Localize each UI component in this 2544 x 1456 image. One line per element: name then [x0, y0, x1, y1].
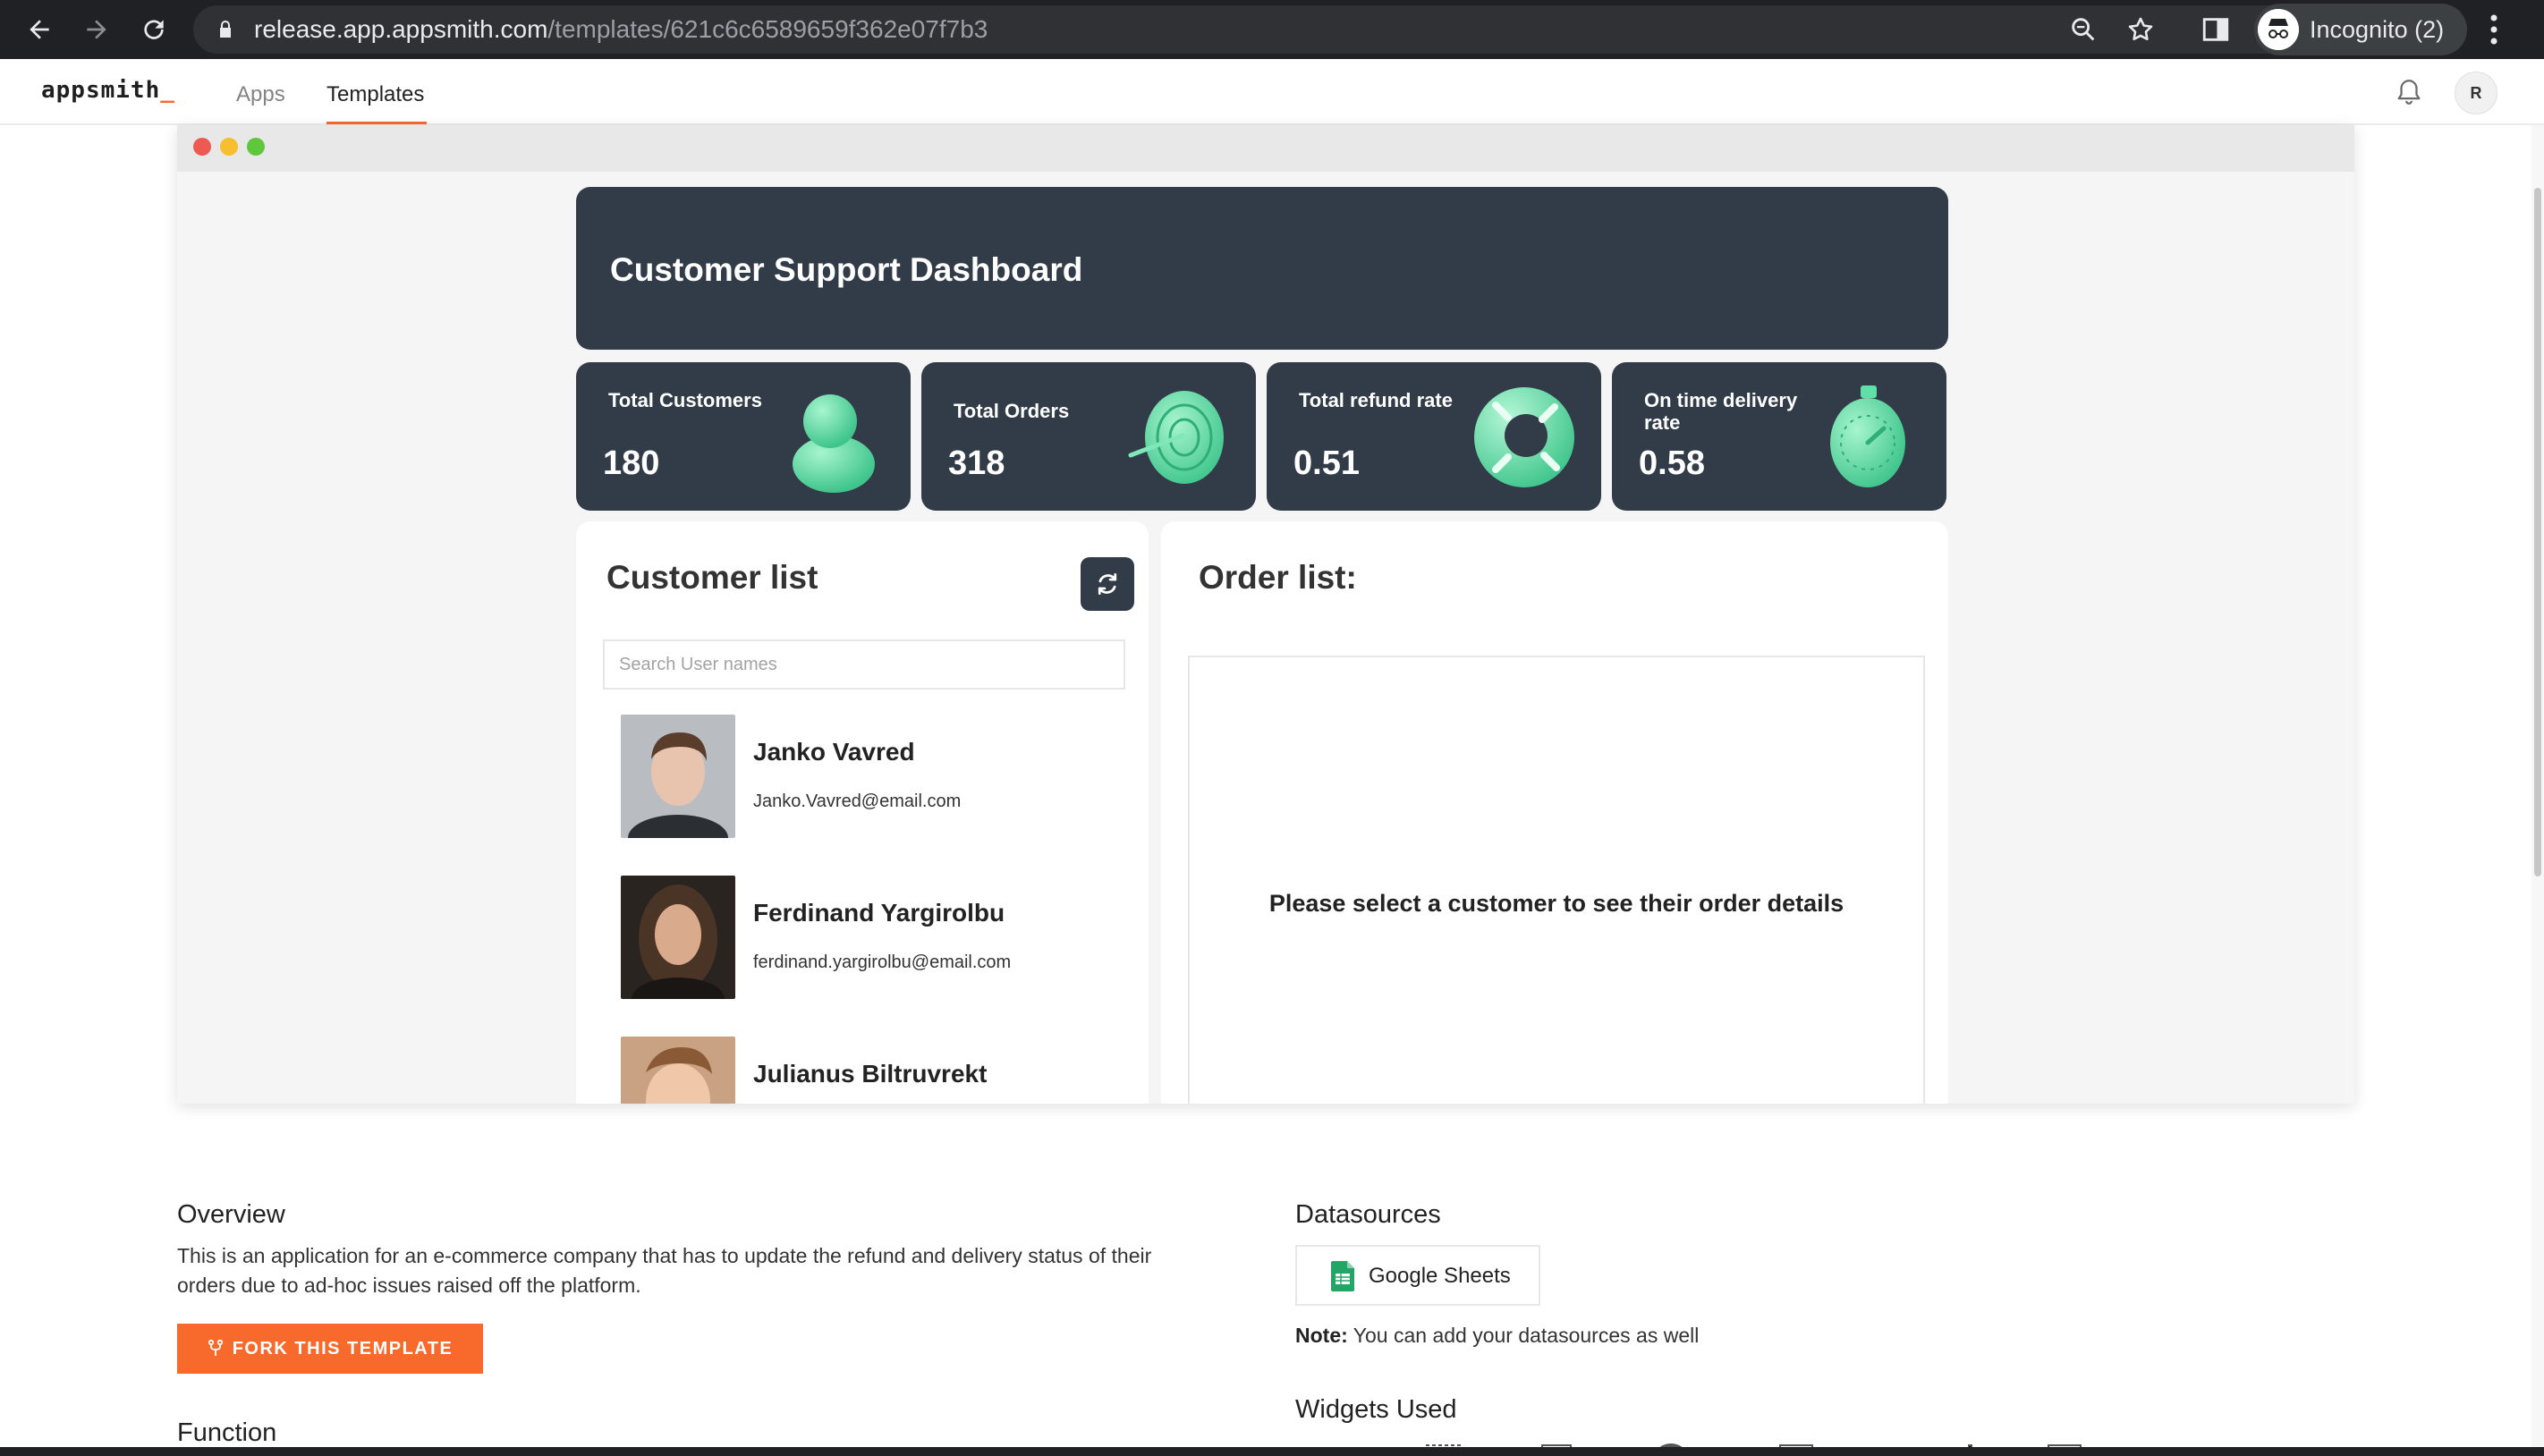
stat-value: 318	[948, 444, 1005, 482]
overview-text: This is an application for an e-commerce…	[177, 1244, 1152, 1297]
refresh-icon	[1098, 573, 1117, 595]
datasource-label: Google Sheets	[1369, 1264, 1511, 1288]
incognito-label: Incognito (2)	[2310, 16, 2445, 43]
stat-label: Total refund rate	[1299, 389, 1453, 411]
browser-menu-icon[interactable]	[2489, 13, 2499, 47]
user-avatar[interactable]: R	[2455, 72, 2497, 114]
order-empty-message: Please select a customer to see their or…	[1268, 890, 1844, 917]
stat-card-refund-rate: Total refund rate 0.51	[1267, 362, 1601, 511]
fork-template-label: FORK THIS TEMPLATE	[232, 1338, 454, 1359]
order-list-title: Order list:	[1199, 559, 1357, 596]
side-panel-icon[interactable]	[2201, 14, 2231, 45]
window-bottom-edge	[0, 1447, 2544, 1456]
customer-avatar	[621, 715, 735, 838]
target-dart-3d-icon	[1128, 391, 1224, 484]
stat-label: On time delivery rate	[1644, 389, 1798, 434]
order-list-panel: Order list: Please select a customer to …	[1161, 521, 1948, 1104]
back-icon[interactable]	[20, 10, 59, 49]
template-preview: Customer Support Dashboard Total Custome…	[177, 125, 2354, 1104]
fork-template-button[interactable]: FORK THIS TEMPLATE	[177, 1324, 483, 1374]
bookmark-star-icon[interactable]	[2125, 14, 2156, 45]
list-item[interactable]: Julianus Biltruvrekt	[621, 1037, 1122, 1104]
lock-icon	[220, 21, 231, 38]
stat-card-orders: Total Orders 318	[921, 362, 1256, 511]
person-3d-icon	[793, 394, 875, 493]
app-canvas: Customer Support Dashboard Total Custome…	[177, 172, 2345, 1104]
list-item[interactable]: Ferdinand Yargirolbu ferdinand.yargirolb…	[621, 876, 1122, 1001]
stopwatch-3d-icon	[1830, 385, 1905, 487]
active-tab-indicator	[326, 122, 427, 124]
customer-avatar	[621, 1037, 735, 1104]
customer-email: Janko.Vavred@email.com	[753, 791, 962, 811]
google-sheets-icon	[1331, 1261, 1354, 1291]
customer-email: ferdinand.yargirolbu@email.com	[753, 952, 1012, 972]
stat-value: 180	[603, 444, 660, 482]
app-header: appsmith_ Apps Templates R	[0, 59, 2544, 125]
list-item[interactable]: Janko Vavred Janko.Vavred@email.com	[621, 715, 1122, 840]
customer-avatar	[621, 876, 735, 999]
incognito-profile-button[interactable]: Incognito (2)	[2254, 4, 2467, 55]
datasource-chip[interactable]: Google Sheets	[1295, 1245, 1540, 1306]
widgets-used-title: Widgets Used	[1295, 1395, 1457, 1424]
overview-title: Overview	[177, 1200, 285, 1229]
tab-apps[interactable]: Apps	[236, 82, 285, 107]
refresh-button[interactable]	[1081, 557, 1134, 611]
stat-card-customers: Total Customers 180	[576, 362, 911, 511]
function-title: Function	[177, 1418, 277, 1447]
browser-toolbar: release.app.appsmith.com/templates/621c6…	[0, 0, 2544, 59]
page-scrollbar-thumb[interactable]	[2534, 188, 2541, 876]
search-user-input[interactable]	[603, 639, 1125, 690]
incognito-icon	[2258, 9, 2299, 50]
notification-bell-icon[interactable]	[2394, 77, 2424, 107]
customer-list-title: Customer list	[606, 559, 818, 596]
lifebuoy-3d-icon	[1474, 387, 1574, 487]
stat-value: 0.58	[1639, 444, 1705, 482]
zoom-icon[interactable]	[2068, 14, 2099, 45]
order-table: Please select a customer to see their or…	[1188, 656, 1925, 1104]
window-zoom-dot	[247, 138, 265, 156]
address-bar[interactable]: release.app.appsmith.com/templates/621c6…	[193, 5, 2415, 54]
window-close-dot	[193, 138, 211, 156]
stat-value: 0.51	[1293, 444, 1360, 482]
dashboard-title: Customer Support Dashboard	[610, 251, 1083, 288]
stat-label: Total Orders	[954, 400, 1070, 422]
appsmith-logo[interactable]: appsmith_	[41, 77, 175, 104]
fork-icon	[208, 1340, 223, 1356]
customer-name: Julianus Biltruvrekt	[753, 1060, 988, 1088]
window-minimize-dot	[220, 138, 238, 156]
customer-name: Janko Vavred	[753, 738, 915, 766]
datasource-note: Note: You can add your datasources as we…	[1295, 1324, 1700, 1347]
dashboard-header: Customer Support Dashboard	[576, 187, 1948, 350]
stat-card-delivery-rate: On time delivery rate 0.58	[1612, 362, 1946, 511]
datasources-title: Datasources	[1295, 1200, 1441, 1229]
url-text: release.app.appsmith.com/templates/621c6…	[254, 15, 988, 43]
preview-window-bar	[177, 125, 2354, 172]
reload-icon[interactable]	[134, 10, 174, 49]
stat-label: Total Customers	[608, 389, 762, 411]
forward-icon[interactable]	[77, 10, 116, 49]
customer-name: Ferdinand Yargirolbu	[753, 899, 1005, 927]
customer-list-panel: Customer list Janko Vavred Janko.Vavred@…	[576, 521, 1149, 1104]
tab-templates[interactable]: Templates	[326, 82, 424, 107]
